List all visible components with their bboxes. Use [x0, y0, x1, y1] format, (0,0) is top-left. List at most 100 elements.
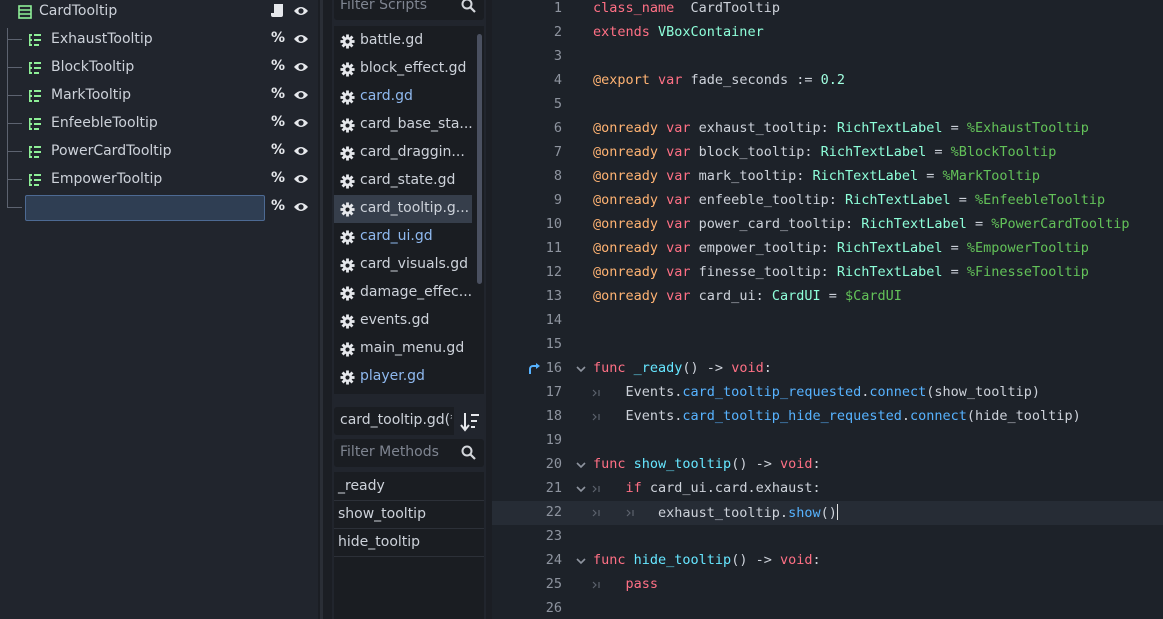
code-line[interactable]: 2 extends VBoxContainer [492, 21, 1163, 45]
connection-slot-icon[interactable] [528, 363, 542, 375]
unique-name-badge[interactable]: % [271, 86, 285, 102]
script-list-item[interactable]: card_tooltip.g... [334, 195, 472, 223]
script-list-item[interactable]: card.gd [334, 83, 472, 111]
code-line[interactable]: 10 @onready var power_card_tooltip: RichT… [492, 213, 1163, 237]
code-line[interactable]: 11 @onready var empower_tooltip: RichText… [492, 237, 1163, 261]
line-number: 25 [545, 576, 562, 592]
tree-item-label: ExhaustTooltip [51, 31, 153, 47]
sort-methods-icon[interactable] [458, 410, 482, 432]
fold-arrow-icon[interactable] [576, 364, 586, 374]
unique-name-badge[interactable]: % [271, 142, 285, 158]
gear-icon [340, 370, 355, 385]
tree-item-root[interactable]: CardTooltip [0, 0, 318, 26]
code-token: @onready [593, 288, 659, 304]
method-list[interactable]: _ready show_tooltip hide_tooltip [334, 472, 484, 619]
code-token: @onready [593, 264, 659, 280]
fold-arrow-icon[interactable] [576, 556, 586, 566]
unique-name-badge[interactable]: % [271, 58, 285, 74]
tree-item-powercardtooltip[interactable]: PowerCardTooltip% [0, 138, 318, 166]
script-list[interactable]: battle.gd block_effect.gd card.gd card_base… [334, 26, 484, 394]
code-line[interactable]: 22 exhaust_tooltip.show() [492, 501, 1163, 525]
visibility-eye-icon[interactable] [293, 88, 309, 102]
text-caret [836, 504, 838, 520]
script-list-item[interactable]: player.gd [334, 363, 472, 391]
code-line[interactable]: 8 @onready var mark_tooltip: RichTextLabe… [492, 165, 1163, 189]
script-list-item[interactable]: events.gd [334, 307, 472, 335]
script-list-scrollbar[interactable] [477, 34, 482, 284]
unique-name-badge[interactable]: % [271, 30, 285, 46]
code-token: hide_tooltip [625, 552, 732, 568]
script-name: battle.gd [360, 32, 424, 48]
script-list-item[interactable]: main_menu.gd [334, 335, 472, 363]
code-line[interactable]: 14 [492, 309, 1163, 333]
visibility-eye-icon[interactable] [293, 4, 309, 18]
code-line[interactable]: 3 [492, 45, 1163, 69]
script-icon[interactable] [271, 3, 285, 19]
fold-arrow-icon[interactable] [576, 460, 586, 470]
method-list-item[interactable]: _ready [334, 472, 484, 500]
code-line[interactable]: 17 Events.card_tooltip_requested.connect… [492, 381, 1163, 405]
code-text: @onready var mark_tooltip: RichTextLabel… [593, 168, 1040, 184]
code-token: empower_tooltip: [690, 240, 837, 256]
code-line[interactable]: 24 func hide_tooltip() -> void: [492, 549, 1163, 573]
unique-name-badge[interactable]: % [271, 170, 285, 186]
visibility-eye-icon[interactable] [293, 116, 309, 130]
visibility-eye-icon[interactable] [293, 144, 309, 158]
code-line[interactable]: 12 @onready var finesse_tooltip: RichText… [492, 261, 1163, 285]
code-line[interactable]: 1 class_name CardTooltip [492, 0, 1163, 21]
code-line[interactable]: 18 Events.card_tooltip_hide_requested.co… [492, 405, 1163, 429]
code-line[interactable]: 9 @onready var enfeeble_tooltip: RichText… [492, 189, 1163, 213]
code-line[interactable]: 19 [492, 429, 1163, 453]
code-line[interactable]: 15 [492, 333, 1163, 357]
script-list-item[interactable]: card_base_sta... [334, 111, 473, 139]
method-list-item[interactable]: hide_tooltip [334, 528, 484, 556]
code-token: show [788, 505, 821, 521]
code-line[interactable]: 7 @onready var block_tooltip: RichTextLab… [492, 141, 1163, 165]
line-number: 22 [545, 504, 562, 520]
visibility-eye-icon[interactable] [293, 60, 309, 74]
code-line[interactable]: 6 @onready var exhaust_tooltip: RichTextL… [492, 117, 1163, 141]
panel-splitter[interactable] [318, 0, 332, 619]
current-script-field: card_tooltip.gd(*) [334, 407, 454, 435]
code-token: = [942, 120, 967, 136]
unique-name-badge[interactable]: % [271, 198, 285, 214]
code-token: %EmpowerTooltip [966, 240, 1089, 256]
code-token: show_tooltip [625, 456, 732, 472]
selected-node-highlight [25, 195, 265, 221]
tree-item-marktooltip[interactable]: MarkTooltip% [0, 82, 318, 110]
code-line[interactable]: 4 @export var fade_seconds := 0.2 [492, 69, 1163, 93]
tree-item-label: BlockTooltip [51, 59, 135, 75]
code-line[interactable]: 20 func show_tooltip() -> void: [492, 453, 1163, 477]
script-list-item[interactable]: card_draggin... [334, 139, 472, 167]
filter-scripts-input[interactable]: Filter Scripts [334, 0, 484, 20]
code-line[interactable]: 13 @onready var card_ui: CardUI = $CardUI [492, 285, 1163, 309]
script-list-item[interactable]: card_ui.gd [334, 223, 472, 251]
script-list-item[interactable]: battle.gd [334, 27, 472, 55]
search-icon [461, 0, 476, 13]
code-line[interactable]: 21 if card_ui.card.exhaust: [492, 477, 1163, 501]
tree-item-empowertooltip[interactable]: EmpowerTooltip% [0, 166, 318, 194]
tree-item-enfeebletooltip[interactable]: EnfeebleTooltip% [0, 110, 318, 138]
code-line[interactable]: 16 func _ready() -> void: [492, 357, 1163, 381]
unique-name-badge[interactable]: % [271, 114, 285, 130]
visibility-eye-icon[interactable] [293, 32, 309, 46]
code-token: RichTextLabel [836, 240, 943, 256]
fold-arrow-icon[interactable] [576, 484, 586, 494]
line-number: 26 [545, 600, 562, 616]
code-line[interactable]: 5 [492, 93, 1163, 117]
script-list-item[interactable]: damage_effec... [334, 279, 472, 307]
visibility-eye-icon[interactable] [293, 172, 309, 186]
tree-item-exhausttooltip[interactable]: ExhaustTooltip% [0, 26, 318, 54]
visibility-eye-icon[interactable] [293, 200, 309, 214]
method-list-item[interactable]: show_tooltip [334, 500, 484, 528]
code-line[interactable]: 26 [492, 597, 1163, 619]
code-line[interactable]: 25 pass [492, 573, 1163, 597]
script-list-item[interactable]: block_effect.gd [334, 55, 472, 83]
script-list-item[interactable]: card_visuals.gd [334, 251, 472, 279]
script-list-item[interactable]: card_state.gd [334, 167, 472, 195]
tree-item-blocktooltip[interactable]: BlockTooltip% [0, 54, 318, 82]
filter-methods-input[interactable]: Filter Methods [334, 439, 484, 467]
code-line[interactable]: 23 [492, 525, 1163, 549]
scene-tree-panel: CardTooltip ExhaustTooltip% BlockTooltip%… [0, 0, 318, 619]
code-editor[interactable]: 1 class_name CardTooltip 2 extends VBoxCont… [492, 0, 1163, 619]
